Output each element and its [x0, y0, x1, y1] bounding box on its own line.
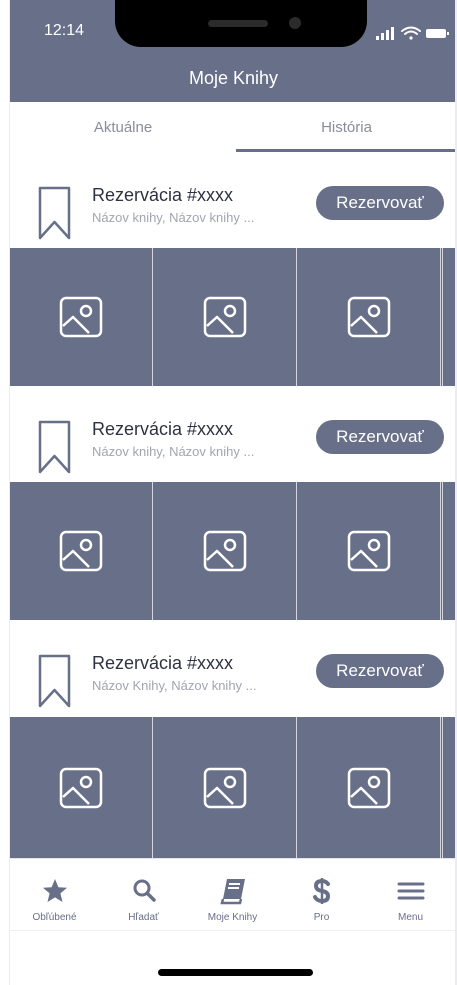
book-thumbnail[interactable] [154, 717, 297, 858]
status-icons [376, 26, 449, 40]
battery-icon [426, 29, 449, 38]
tabbar-label: Moje Knihy [207, 912, 258, 923]
reservation-title: Rezervácia #xxxx [92, 419, 234, 439]
book-thumbnail[interactable] [10, 482, 153, 620]
image-placeholder-icon [347, 767, 391, 808]
phone-screen: 12:14 Moje Knihy Aktuálne História Rezer… [0, 0, 457, 985]
tabbar-item-pro[interactable]: Pro [277, 859, 366, 931]
tabbar-label: Menu [397, 912, 423, 923]
reserve-button[interactable]: Rezervovať [316, 186, 444, 220]
reservation-title: Rezervácia #xxxx [92, 185, 234, 205]
navigation-bar: Moje Knihy [10, 52, 457, 102]
image-placeholder-icon [347, 530, 391, 572]
tab-aktualne[interactable]: Aktuálne [10, 102, 236, 152]
book-thumbnail[interactable] [298, 248, 441, 386]
home-indicator-area [10, 930, 457, 985]
camera [289, 17, 301, 29]
status-bar: 12:14 [10, 0, 457, 52]
tabbar-item-my-books[interactable]: Moje Knihy [188, 859, 277, 931]
reservation-books: Názov Knihy, Názov knihy ... [92, 678, 257, 693]
book-thumbnail[interactable] [298, 482, 441, 620]
image-placeholder-icon [203, 767, 247, 808]
reservation-item[interactable]: Rezervácia #xxxx Názov knihy, Názov knih… [10, 386, 457, 482]
dollar-icon [312, 878, 330, 904]
bookmark-icon [38, 186, 71, 240]
bottom-tab-bar: Obľúbené Hľadať Moje Knihy Pro Menu [10, 858, 457, 930]
image-placeholder-icon [347, 296, 391, 338]
tabbar-item-menu[interactable]: Menu [366, 859, 455, 931]
book-image-grid [10, 248, 457, 386]
reservation-item[interactable]: Rezervácia #xxxx Názov Knihy, Názov knih… [10, 620, 457, 716]
image-placeholder-icon [59, 530, 103, 572]
book-thumbnail[interactable] [298, 717, 441, 858]
device-notch [115, 0, 367, 47]
tabbar-item-favorites[interactable]: Obľúbené [10, 859, 99, 931]
speaker [208, 20, 268, 27]
image-placeholder-icon [203, 530, 247, 572]
book-thumbnail[interactable] [154, 248, 297, 386]
reservation-title: Rezervácia #xxxx [92, 653, 234, 673]
home-indicator[interactable] [158, 969, 313, 976]
tab-historia[interactable]: História [236, 102, 457, 152]
book-image-grid [10, 482, 457, 620]
tabbar-label: Pro [313, 912, 330, 923]
segment-tabs: Aktuálne História [10, 102, 457, 152]
reservation-item[interactable]: Rezervácia #xxxx Názov knihy, Názov knih… [10, 152, 457, 248]
tabbar-item-search[interactable]: Hľadať [99, 859, 188, 931]
bookmark-icon [38, 420, 71, 474]
bookmark-icon [38, 654, 71, 708]
reserve-button[interactable]: Rezervovať [316, 420, 444, 454]
book-thumbnail[interactable] [10, 717, 153, 858]
signal-icon [376, 27, 394, 40]
page-title: Moje Knihy [188, 68, 279, 88]
left-edge [0, 0, 10, 985]
menu-icon [397, 882, 424, 900]
reserve-button[interactable]: Rezervovať [316, 654, 444, 688]
tabbar-label: Obľúbené [32, 912, 77, 923]
image-placeholder-icon [203, 296, 247, 338]
star-icon [42, 879, 67, 902]
search-icon [133, 879, 156, 902]
status-time: 12:14 [44, 22, 85, 39]
book-thumbnail[interactable] [10, 248, 153, 386]
book-icon [219, 879, 245, 905]
reservation-books: Názov knihy, Názov knihy ... [92, 444, 255, 459]
image-placeholder-icon [59, 767, 103, 808]
tabbar-label: Hľadať [128, 912, 159, 923]
book-image-grid [10, 717, 457, 858]
image-placeholder-icon [59, 296, 103, 338]
book-thumbnail[interactable] [154, 482, 297, 620]
reservation-books: Názov knihy, Názov knihy ... [92, 210, 255, 225]
wifi-icon [401, 26, 421, 40]
